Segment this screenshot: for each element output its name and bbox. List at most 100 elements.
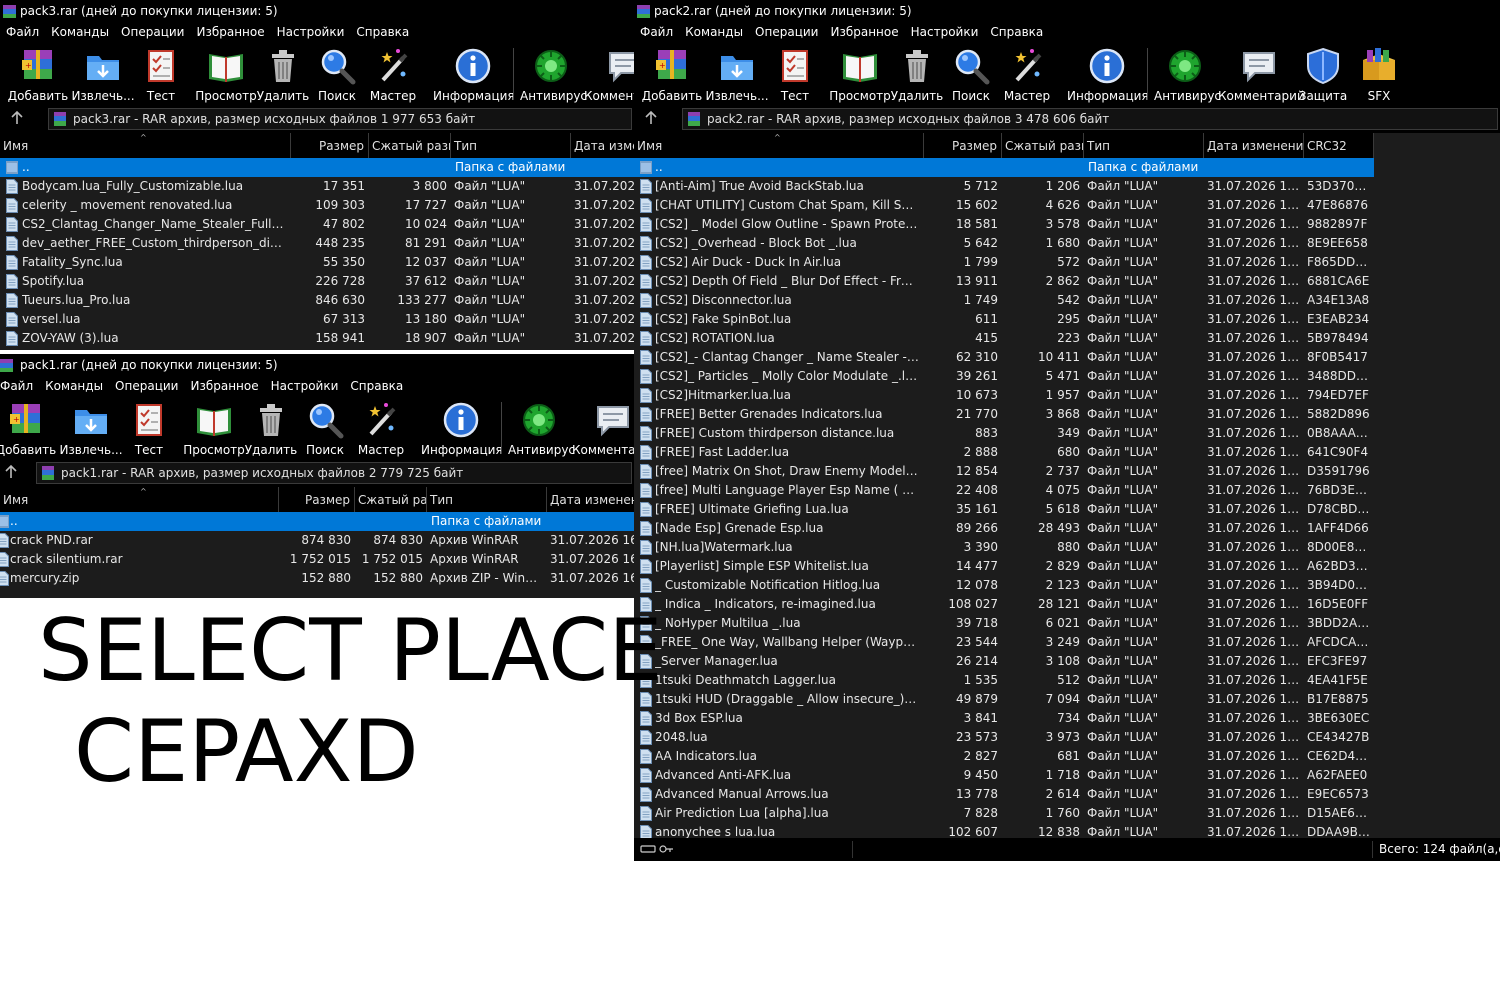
antivirus-button[interactable]: Антивирус xyxy=(1154,46,1221,103)
extract-button[interactable]: Извлечь... xyxy=(705,46,769,103)
menu-item-0[interactable]: Файл xyxy=(0,23,45,42)
column-type[interactable]: Тип xyxy=(1084,133,1204,158)
up-arrow-icon[interactable] xyxy=(8,109,26,127)
menu-item-2[interactable]: Операции xyxy=(749,23,824,42)
file-row[interactable]: [CS2]_ Particles _ Molly Color Modulate … xyxy=(634,367,1374,386)
test-button[interactable]: Тест xyxy=(120,400,178,457)
file-row[interactable]: _ NoHyper Multilua _.lua 39 718 6 021 Файл … xyxy=(634,614,1374,633)
delete-button[interactable]: Удалить xyxy=(889,46,945,103)
file-row[interactable]: _Server Manager.lua 26 214 3 108 Файл "LUA"… xyxy=(634,652,1374,671)
file-row[interactable]: Bodycam.lua_Fully_Customizable.lua 17 351… xyxy=(0,177,634,196)
file-row[interactable]: _FREE_ One Way, Wallbang Helper (Waypoin… xyxy=(634,633,1374,652)
column-size[interactable]: Размер xyxy=(279,487,355,512)
file-row[interactable]: Advanced Manual Arrows.lua 13 778 2 614 Фай… xyxy=(634,785,1374,804)
test-button[interactable]: Тест xyxy=(132,46,190,103)
title-bar[interactable]: pack3.rar (дней до покупки лицензии: 5) xyxy=(0,0,634,23)
file-row[interactable]: [FREE] Better Grenades Indicators.lua 21 … xyxy=(634,405,1374,424)
column-type[interactable]: Тип xyxy=(427,487,547,512)
up-arrow-icon[interactable] xyxy=(642,109,660,127)
file-row[interactable]: CS2_Clantag_Changer_Name_Stealer_Fully_C… xyxy=(0,215,634,234)
view-button[interactable]: Просмотр xyxy=(194,46,258,103)
column-size[interactable]: Размер xyxy=(924,133,1002,158)
file-row[interactable]: [CS2] _Overhead - Block Bot _.lua 5 642 1 … xyxy=(634,234,1374,253)
view-button[interactable]: Просмотр xyxy=(828,46,892,103)
parent-folder-row[interactable]: .. Папка с файлами xyxy=(0,158,634,177)
test-button[interactable]: Тест xyxy=(766,46,824,103)
file-row[interactable]: [CS2] Air Duck - Duck In Air.lua 1 799 572… xyxy=(634,253,1374,272)
menu-item-4[interactable]: Настройки xyxy=(265,377,345,396)
info-button[interactable]: Информация xyxy=(433,46,515,103)
title-bar[interactable]: pack1.rar (дней до покупки лицензии: 5) xyxy=(0,354,634,377)
antivirus-button[interactable]: Антивирус xyxy=(520,46,587,103)
file-row[interactable]: _ Indica _ Indicators, re-imagined.lua 10… xyxy=(634,595,1374,614)
menu-item-2[interactable]: Операции xyxy=(115,23,190,42)
file-row[interactable]: Spotify.lua 226 728 37 612 Файл "LUA" 31.07.… xyxy=(0,272,634,291)
file-row[interactable]: [FREE] Ultimate Griefing Lua.lua 35 161 5 … xyxy=(634,500,1374,519)
menu-item-1[interactable]: Команды xyxy=(39,377,109,396)
file-row[interactable]: [CS2]Hitmarker.lua.lua 10 673 1 957 Файл "L… xyxy=(634,386,1374,405)
file-row[interactable]: Advanced Anti-AFK.lua 9 450 1 718 Файл "LUA… xyxy=(634,766,1374,785)
info-button[interactable]: Информация xyxy=(1067,46,1149,103)
menu-item-3[interactable]: Избранное xyxy=(184,377,264,396)
view-button[interactable]: Просмотр xyxy=(182,400,246,457)
protect-button[interactable]: Защита xyxy=(1294,46,1352,103)
file-row[interactable]: [free] Matrix On Shot, Draw Enemy Model … xyxy=(634,462,1374,481)
file-row[interactable]: _ Customizable Notification Hitlog.lua 12… xyxy=(634,576,1374,595)
menu-item-1[interactable]: Команды xyxy=(45,23,115,42)
info-button[interactable]: Информация xyxy=(421,400,503,457)
menu-item-5[interactable]: Справка xyxy=(350,23,415,42)
menu-item-3[interactable]: Избранное xyxy=(824,23,904,42)
file-row[interactable]: [Anti-Aim] True Avoid BackStab.lua 5 712 1… xyxy=(634,177,1374,196)
file-row[interactable]: [CS2] Depth Of Field _ Blur Dof Effect -… xyxy=(634,272,1374,291)
file-row[interactable]: [FREE] Custom thirdperson distance.lua 88… xyxy=(634,424,1374,443)
menu-item-4[interactable]: Настройки xyxy=(905,23,985,42)
up-arrow-icon[interactable] xyxy=(2,463,20,481)
column-packed[interactable]: Сжатый размер xyxy=(369,133,451,158)
parent-folder-row[interactable]: .. Папка с файлами xyxy=(0,512,634,531)
comment-button[interactable]: Комментарий xyxy=(584,46,634,103)
file-row[interactable]: [CS2] _ Model Glow Outline - Spawn Prote… xyxy=(634,215,1374,234)
file-row[interactable]: Tueurs.lua_Pro.lua 846 630 133 277 Файл "LU… xyxy=(0,291,634,310)
file-row[interactable]: [Playerlist] Simple ESP Whitelist.lua 14 … xyxy=(634,557,1374,576)
file-row[interactable]: AA Indicators.lua 2 827 681 Файл "LUA" 31.07… xyxy=(634,747,1374,766)
file-row[interactable]: crack PND.rar 874 830 874 830 Архив WinRAR 3… xyxy=(0,531,634,550)
menu-item-0[interactable]: Файл xyxy=(0,377,39,396)
column-modified[interactable]: Дата изменения xyxy=(547,487,634,512)
file-row[interactable]: dev_aether_FREE_Custom_thirdperson_dista… xyxy=(0,234,634,253)
comment-button[interactable]: Комментарий xyxy=(572,400,634,457)
file-row[interactable]: [CHAT UTILITY] Custom Chat Spam, Kill Sa… xyxy=(634,196,1374,215)
file-row[interactable]: crack silentium.rar 1 752 015 1 752 015 Арх… xyxy=(0,550,634,569)
file-row[interactable]: celerity _ movement renovated.lua 109 303… xyxy=(0,196,634,215)
file-row[interactable]: [CS2]_- Clantag Changer _ Name Stealer -… xyxy=(634,348,1374,367)
file-row[interactable]: [NH.lua]Watermark.lua 3 390 880 Файл "LUA" 3… xyxy=(634,538,1374,557)
menu-item-0[interactable]: Файл xyxy=(634,23,679,42)
file-row[interactable]: [CS2] Disconnector.lua 1 749 542 Файл "LUA"… xyxy=(634,291,1374,310)
file-row[interactable]: [CS2] ROTATION.lua 415 223 Файл "LUA" 31.07.… xyxy=(634,329,1374,348)
add-button[interactable]: + Добавить xyxy=(639,46,705,103)
menu-item-5[interactable]: Справка xyxy=(984,23,1049,42)
file-row[interactable]: [free] Multi Language Player Esp Name ( … xyxy=(634,481,1374,500)
archive-path-field[interactable]: pack3.rar - RAR архив, размер исходных ф… xyxy=(48,108,632,130)
menu-item-1[interactable]: Команды xyxy=(679,23,749,42)
archive-path-field[interactable]: pack1.rar - RAR архив, размер исходных ф… xyxy=(36,462,632,484)
add-button[interactable]: + Добавить xyxy=(5,46,71,103)
column-type[interactable]: Тип xyxy=(451,133,571,158)
add-button[interactable]: + Добавить xyxy=(0,400,59,457)
archive-path-field[interactable]: pack2.rar - RAR архив, размер исходных ф… xyxy=(682,108,1498,130)
antivirus-button[interactable]: Антивирус xyxy=(508,400,575,457)
file-row[interactable]: mercury.zip 152 880 152 880 Архив ZIP - Win… xyxy=(0,569,634,588)
column-modified[interactable]: Дата изменения xyxy=(571,133,634,158)
file-row[interactable]: ZOV-YAW (3).lua 158 941 18 907 Файл "LUA" 31… xyxy=(0,329,634,348)
sfx-button[interactable]: SFX xyxy=(1356,46,1402,103)
delete-button[interactable]: Удалить xyxy=(255,46,311,103)
find-button[interactable]: Поиск xyxy=(297,400,353,457)
delete-button[interactable]: Удалить xyxy=(243,400,299,457)
wizard-button[interactable]: Мастер xyxy=(352,400,410,457)
file-row[interactable]: versel.lua 67 313 13 180 Файл "LUA" 31.07.20… xyxy=(0,310,634,329)
menu-item-2[interactable]: Операции xyxy=(109,377,184,396)
column-crc[interactable]: CRC32 xyxy=(1304,133,1374,158)
file-row[interactable]: [FREE] Fast Ladder.lua 2 888 680 Файл "LUA"… xyxy=(634,443,1374,462)
column-size[interactable]: Размер xyxy=(291,133,369,158)
find-button[interactable]: Поиск xyxy=(309,46,365,103)
wizard-button[interactable]: Мастер xyxy=(998,46,1056,103)
